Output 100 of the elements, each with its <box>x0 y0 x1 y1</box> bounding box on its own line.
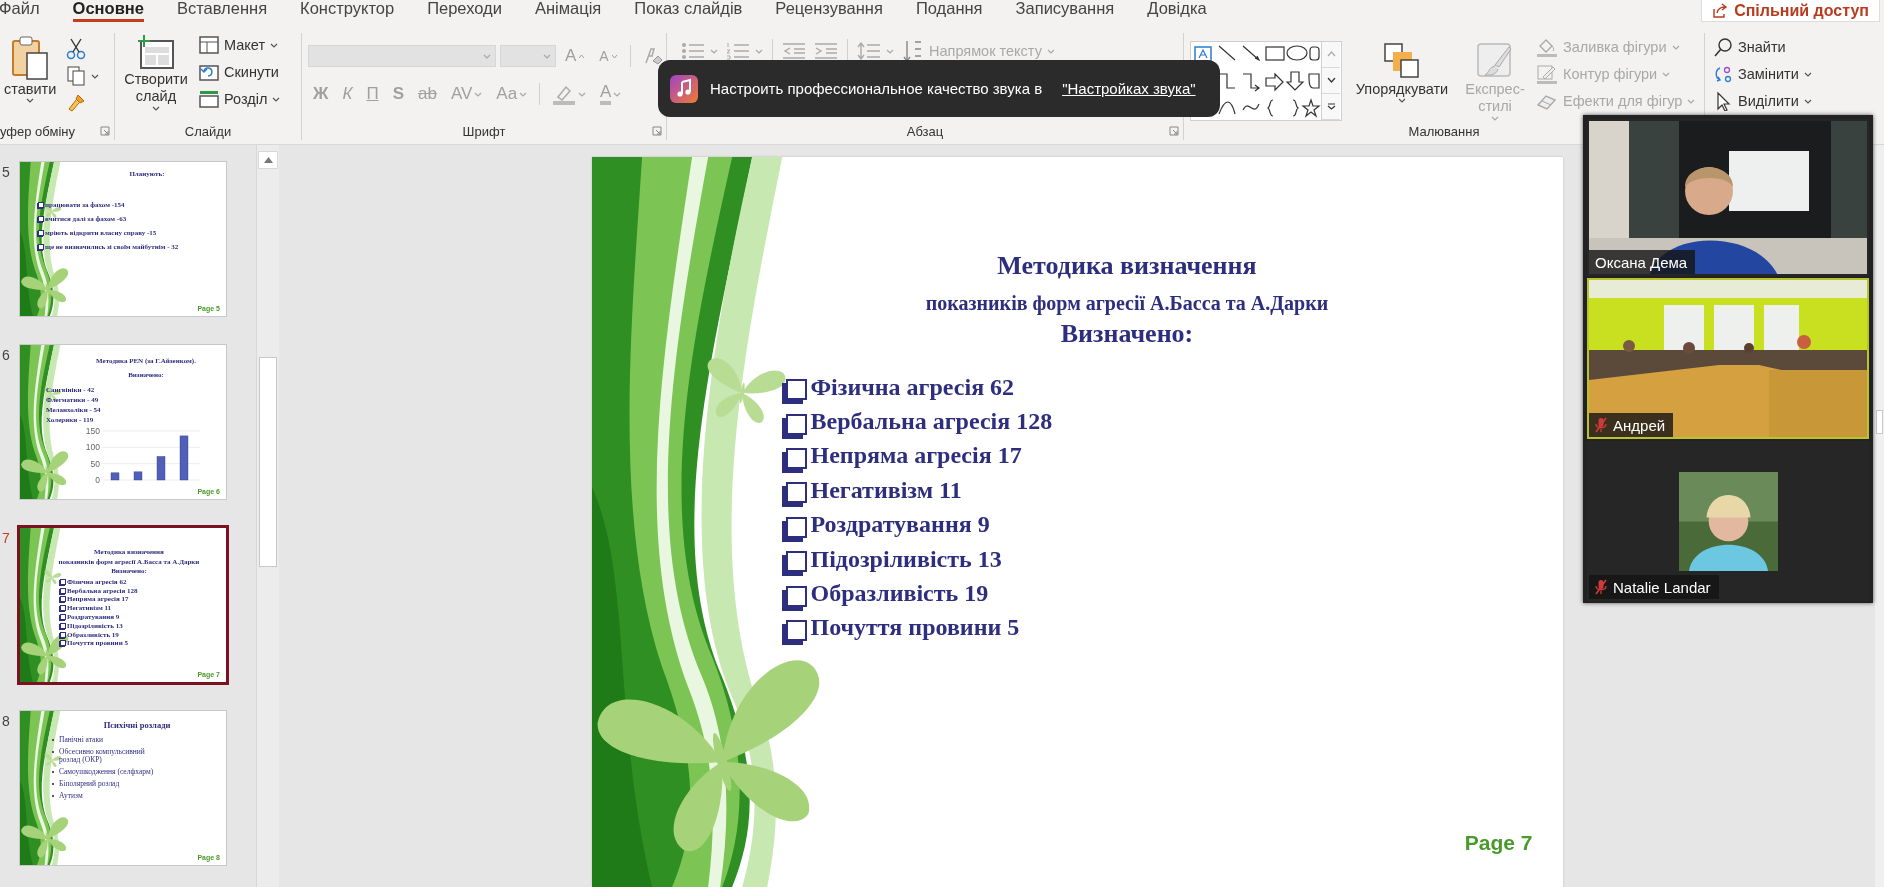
decrease-indent-icon <box>782 42 806 60</box>
list-item: Фізична агресія 62 <box>810 373 1015 401</box>
dialog-launcher-icon <box>100 126 110 136</box>
eraser-icon <box>642 46 663 66</box>
editing-button[interactable]: Замінити <box>1711 62 1814 86</box>
ribbon-tab[interactable]: Подання <box>915 0 983 22</box>
axis-tick-label: 150 <box>85 426 100 436</box>
highlighter-icon <box>552 83 577 105</box>
caret-icon <box>710 48 718 54</box>
axis-tick-label: 50 <box>90 458 100 469</box>
search-icon <box>1713 37 1733 57</box>
dialog-launcher-icon <box>1169 126 1179 136</box>
section-icon <box>199 90 219 108</box>
reset-button[interactable]: Скинути <box>197 60 283 84</box>
caret-up-icon <box>1326 51 1336 58</box>
caret-icon <box>1803 71 1812 77</box>
share-icon <box>1712 2 1729 19</box>
checkbox-bullet-icon <box>38 216 44 222</box>
caret-icon <box>610 53 618 59</box>
checkbox-bullet-icon <box>60 587 66 594</box>
paste-button[interactable]: ставити <box>2 33 59 122</box>
copy-icon <box>66 65 87 87</box>
caret-up-icon <box>263 157 273 163</box>
editing-button[interactable]: Виділити <box>1711 89 1814 113</box>
more-shapes-button[interactable] <box>1322 94 1340 120</box>
line-spacing-icon <box>857 42 881 60</box>
checkbox-bullet-icon <box>38 202 44 208</box>
checkbox-bullet-icon <box>60 631 66 638</box>
caret-icon <box>1671 44 1680 50</box>
chart-bar <box>179 435 189 481</box>
editing-button[interactable]: Знайти <box>1711 35 1814 59</box>
ribbon-tab[interactable]: Файл <box>0 0 40 22</box>
caret-icon <box>272 96 281 102</box>
checkbox-bullet-icon <box>785 482 807 504</box>
axis-tick-label: 100 <box>85 442 100 453</box>
scroll-up-button[interactable] <box>258 151 278 169</box>
checkbox-bullet-icon <box>38 230 44 236</box>
ribbon-tab[interactable]: Конструктор <box>300 0 395 22</box>
ribbon-tab[interactable]: Показ слайдів <box>634 0 743 22</box>
page-label: Page 7 <box>1464 831 1533 855</box>
ribbon-tab[interactable]: Довідка <box>1147 0 1207 22</box>
numbered-list-icon <box>726 42 750 60</box>
caret-icon <box>1398 98 1406 104</box>
slide-title: показників форм агресії А.Басса та А.Дарки <box>925 291 1329 317</box>
checkbox-bullet-icon <box>785 551 807 573</box>
participant-name: Андрей <box>1613 416 1666 434</box>
increase-indent-icon <box>814 42 838 60</box>
list-item: Вербальна агресія 128 <box>810 408 1053 436</box>
scissors-icon <box>66 38 87 60</box>
ribbon-tab[interactable]: Основне <box>72 0 144 22</box>
chart-bar <box>156 456 166 481</box>
share-button[interactable]: Спільний доступ <box>1701 0 1880 22</box>
caret-icon <box>1491 115 1499 121</box>
scrollbar-thumb[interactable] <box>259 357 277 567</box>
clipboard-icon <box>11 35 50 81</box>
caret-icon <box>26 98 35 104</box>
checkbox-bullet-icon <box>60 605 66 612</box>
expand-icon <box>1326 103 1336 110</box>
caret-icon <box>519 91 528 97</box>
ribbon-tab[interactable]: Записування <box>1015 0 1115 22</box>
ribbon-tab[interactable]: Вставлення <box>176 0 268 22</box>
slide-title: Методика визначення <box>997 250 1257 282</box>
caret-icon <box>474 91 483 97</box>
ribbon-tab[interactable]: Переходи <box>427 0 502 22</box>
new-slide-button[interactable]: Створити слайд <box>121 33 191 122</box>
caret-icon <box>543 53 551 59</box>
caret-icon <box>1046 48 1055 54</box>
section-button[interactable]: Розділ <box>197 87 283 111</box>
slide-thumbnail[interactable] <box>17 525 229 685</box>
list-item: Образливість 19 <box>810 580 989 608</box>
scrollbar-thumb[interactable] <box>1876 410 1883 434</box>
checkbox-bullet-icon <box>38 244 44 250</box>
slide-number: 8 <box>2 712 11 729</box>
caret-icon <box>613 91 622 97</box>
slide-number: 6 <box>2 346 11 363</box>
checkbox-bullet-icon <box>60 640 66 647</box>
settings-link[interactable]: "Настройках звука" <box>1062 80 1196 97</box>
layout-button[interactable]: Макет <box>197 33 283 57</box>
group-label: Абзац <box>906 123 944 139</box>
slide-title: Психічні розлади <box>102 720 172 730</box>
caret-icon <box>1662 71 1671 77</box>
axis-tick-label: 0 <box>95 475 100 485</box>
group-label: Малювання <box>1408 123 1480 139</box>
checkbox-bullet-icon <box>60 578 66 585</box>
caret-icon <box>91 73 100 79</box>
participant-name: Оксана Дема <box>1595 253 1688 271</box>
caret-icon <box>755 48 763 54</box>
caret-icon <box>1803 98 1812 104</box>
caret-icon <box>1687 98 1696 104</box>
scroll-down-button[interactable] <box>1322 68 1340 94</box>
list-item: Негативізм 11 <box>810 476 962 504</box>
list-item: Підозріливість 13 <box>810 545 1002 573</box>
bulleted-list-icon <box>681 42 705 60</box>
ribbon-tab[interactable]: Рецензування <box>775 0 883 22</box>
stacked-squares-icon <box>1382 41 1422 81</box>
caret-icon <box>1326 77 1336 84</box>
ribbon-tab[interactable]: Анімація <box>534 0 602 22</box>
caret-icon <box>886 48 894 54</box>
arrange-button[interactable]: Упорядкувати <box>1348 33 1456 123</box>
list-item: Роздратування 9 <box>810 511 990 539</box>
